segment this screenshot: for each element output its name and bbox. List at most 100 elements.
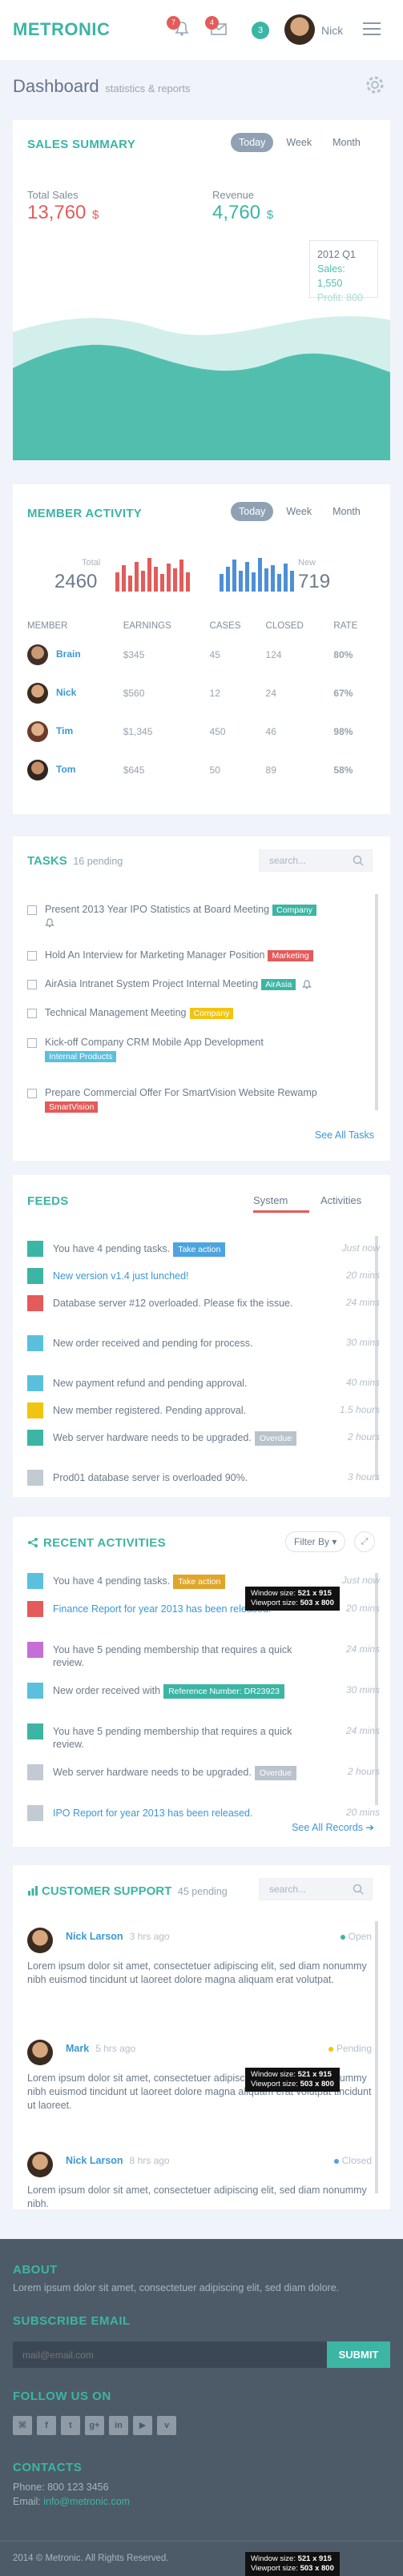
task-text: Kick-off Company CRM Mobile App Developm… bbox=[45, 1037, 264, 1048]
tab-today[interactable]: Today bbox=[231, 133, 274, 152]
ticket-status: Open bbox=[340, 1931, 372, 1942]
revenue: 4,760 $ bbox=[212, 202, 273, 224]
table-row: Nick $560 12 24 67% bbox=[27, 674, 377, 712]
feed-text: You have 4 pending tasks. Take action bbox=[53, 1242, 309, 1257]
member-name[interactable]: Tom bbox=[56, 764, 75, 775]
tab-month[interactable]: Month bbox=[324, 502, 369, 521]
earnings: $645 bbox=[123, 764, 145, 776]
tasks-pending: 16 pending bbox=[73, 856, 123, 867]
avatar[interactable] bbox=[284, 14, 315, 45]
feed-message: New order received and pending for proce… bbox=[53, 1338, 253, 1349]
list-item: Hold An Interview for Marketing Manager … bbox=[27, 949, 380, 961]
rate: 98% bbox=[333, 726, 353, 737]
member-name[interactable]: Tim bbox=[56, 725, 73, 736]
tab-week[interactable]: Week bbox=[278, 133, 320, 152]
bar-chart-icon bbox=[28, 1886, 38, 1896]
window-label: Window size: bbox=[251, 2070, 296, 2079]
tab-today[interactable]: Today bbox=[231, 502, 274, 521]
task-checkbox[interactable] bbox=[27, 1088, 37, 1098]
gear-icon[interactable] bbox=[365, 74, 385, 95]
feed-time: 40 mins bbox=[345, 1377, 380, 1388]
task-tag: SmartVision bbox=[45, 1101, 99, 1113]
user-name[interactable]: Nick bbox=[321, 24, 343, 37]
member-table: MEMBER EARNINGS CASES CLOSED RATE Brain … bbox=[27, 616, 377, 789]
menu-toggle-icon[interactable] bbox=[363, 22, 381, 39]
feed-text[interactable]: IPO Report for year 2013 has been releas… bbox=[53, 1807, 309, 1820]
feeds-card: FEEDS System Activities You have 4 pendi… bbox=[13, 1175, 390, 1497]
window-size-tooltip: Window size: 521 x 915 Viewport size: 50… bbox=[245, 1587, 340, 1611]
notification-badge: 7 bbox=[167, 16, 180, 30]
feed-time: 30 mins bbox=[345, 1684, 380, 1695]
feed-time: 1.5 hours bbox=[339, 1404, 380, 1415]
cases: 450 bbox=[209, 726, 226, 737]
linkedin-icon[interactable]: in bbox=[109, 2416, 128, 2435]
tab-week[interactable]: Week bbox=[278, 502, 320, 521]
scrollbar[interactable] bbox=[375, 1921, 378, 2193]
logo[interactable]: METRONIC bbox=[13, 19, 110, 40]
list-item: Present 2013 Year IPO Statistics at Boar… bbox=[27, 904, 380, 930]
submit-button[interactable]: SUBMIT bbox=[327, 2341, 390, 2368]
task-checkbox[interactable] bbox=[27, 979, 37, 989]
tasks-search-input[interactable]: search... bbox=[259, 849, 373, 872]
member-period-tabs: Today Week Month bbox=[231, 502, 369, 521]
tooltip-profit: Profit: 800 bbox=[317, 292, 363, 303]
facebook-icon[interactable]: f bbox=[37, 2416, 56, 2435]
bar bbox=[220, 574, 224, 592]
search-icon[interactable] bbox=[353, 855, 364, 866]
feed-badge[interactable]: Take action bbox=[173, 1575, 226, 1589]
feed-type-icon bbox=[27, 1402, 43, 1418]
bar bbox=[226, 567, 230, 592]
email-link[interactable]: info@metronic.com bbox=[43, 2496, 130, 2507]
bar bbox=[277, 574, 281, 592]
ticket-author[interactable]: Nick Larson bbox=[66, 2155, 123, 2166]
vimeo-icon[interactable]: v bbox=[157, 2416, 176, 2435]
feed-message[interactable]: New version v1.4 just lunched! bbox=[53, 1270, 189, 1282]
tasks-badge[interactable]: 3 bbox=[252, 22, 269, 39]
feed-message[interactable]: IPO Report for year 2013 has been releas… bbox=[53, 1808, 252, 1819]
rss-icon[interactable]: ⌘ bbox=[13, 2416, 32, 2435]
ticket-author[interactable]: Nick Larson bbox=[66, 1931, 123, 1942]
closed: 46 bbox=[265, 726, 276, 737]
filter-label: Filter By bbox=[294, 1536, 330, 1547]
feed-time: 3 hours bbox=[347, 1471, 380, 1483]
window-size-tooltip: Window size: 521 x 915 Viewport size: 50… bbox=[245, 2552, 340, 2576]
bar bbox=[141, 571, 145, 592]
email-field[interactable] bbox=[13, 2341, 327, 2368]
earnings: $345 bbox=[123, 649, 145, 660]
feed-badge[interactable]: Take action bbox=[173, 1242, 226, 1257]
ticket-author[interactable]: Mark bbox=[66, 2043, 89, 2054]
task-checkbox[interactable] bbox=[27, 1037, 37, 1048]
googleplus-icon[interactable]: g+ bbox=[85, 2416, 104, 2435]
feed-text[interactable]: New version v1.4 just lunched! bbox=[53, 1270, 309, 1282]
recent-activities-card: RECENT ACTIVITIES Filter By ▾ ⤢ You have… bbox=[13, 1517, 390, 1847]
youtube-icon[interactable]: ▶ bbox=[133, 2416, 152, 2435]
fullscreen-icon[interactable]: ⤢ bbox=[354, 1531, 375, 1552]
search-icon[interactable] bbox=[353, 1884, 364, 1895]
share-icon bbox=[28, 1538, 38, 1547]
see-all-records-link[interactable]: See All Records ➔ bbox=[292, 1821, 374, 1833]
bar bbox=[122, 565, 126, 592]
filter-dropdown[interactable]: Filter By ▾ bbox=[285, 1531, 346, 1552]
task-checkbox[interactable] bbox=[27, 950, 37, 961]
total-sales-unit: $ bbox=[92, 208, 99, 222]
feed-message: You have 4 pending tasks. bbox=[53, 1575, 171, 1587]
ticket-time: 8 hrs ago bbox=[129, 2155, 170, 2166]
ticket-time: 5 hrs ago bbox=[95, 2043, 136, 2054]
task-checkbox[interactable] bbox=[27, 905, 37, 915]
twitter-icon[interactable]: t bbox=[61, 2416, 80, 2435]
tab-system[interactable]: System bbox=[253, 1194, 288, 1206]
tab-activities[interactable]: Activities bbox=[320, 1194, 361, 1206]
feed-message: Web server hardware needs to be upgraded… bbox=[53, 1767, 252, 1778]
task-text: Present 2013 Year IPO Statistics at Boar… bbox=[45, 904, 270, 915]
support-search-input[interactable]: search... bbox=[259, 1878, 373, 1900]
member-name[interactable]: Brain bbox=[56, 648, 81, 660]
see-all-tasks-link[interactable]: See All Tasks bbox=[315, 1130, 374, 1141]
follow-title: FOLLOW US ON bbox=[13, 2389, 111, 2403]
feed-message[interactable]: Finance Report for year 2013 has been re… bbox=[53, 1603, 271, 1615]
member-name[interactable]: Nick bbox=[56, 687, 76, 698]
page-header: Dashboard statistics & reports bbox=[13, 76, 190, 97]
task-checkbox[interactable] bbox=[27, 1008, 37, 1018]
feed-message: New member registered. Pending approval. bbox=[53, 1405, 247, 1416]
tab-month[interactable]: Month bbox=[324, 133, 369, 152]
feed-text: Web server hardware needs to be upgraded… bbox=[53, 1766, 309, 1780]
